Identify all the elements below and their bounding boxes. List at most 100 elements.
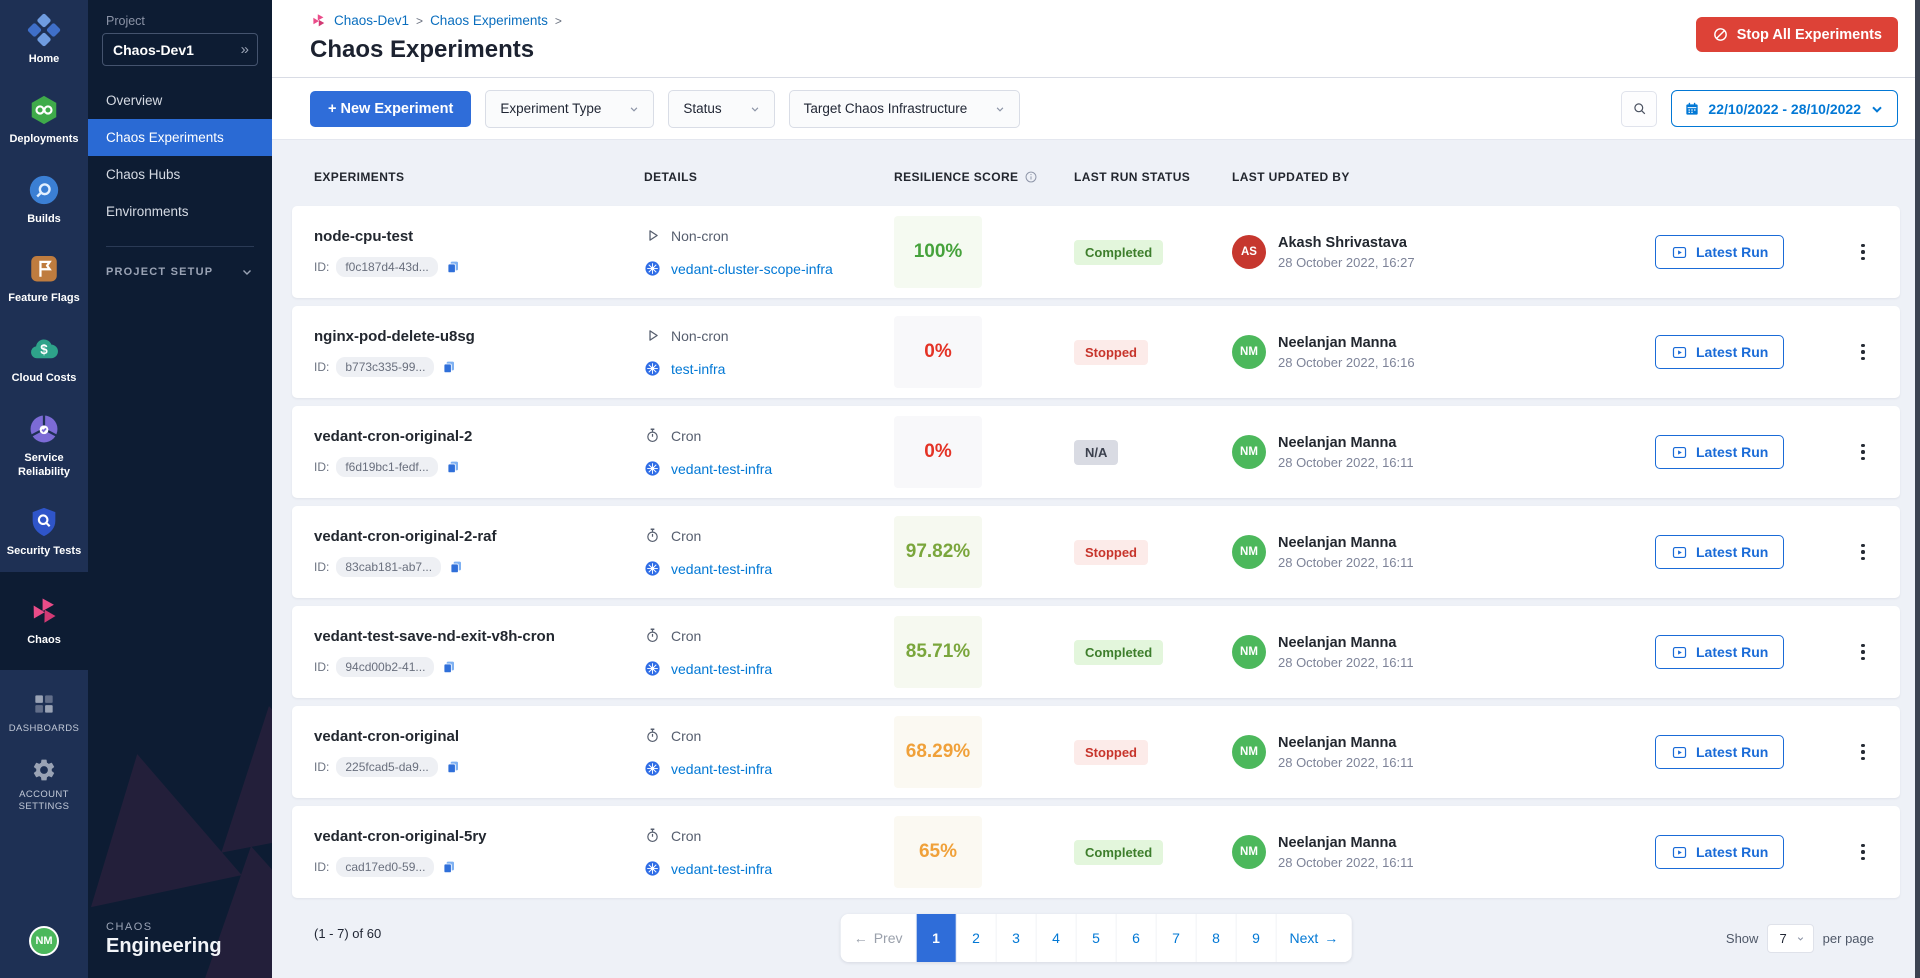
sidebar-item-home[interactable]: Home xyxy=(0,0,88,80)
sidebar-item-security-tests[interactable]: Security Tests xyxy=(0,492,88,572)
row-menu-button[interactable] xyxy=(1848,838,1878,867)
info-icon[interactable] xyxy=(1024,170,1038,184)
page-number[interactable]: 4 xyxy=(1037,914,1077,962)
row-menu-button[interactable] xyxy=(1848,738,1878,767)
status-cell: Stopped xyxy=(1074,540,1232,565)
user-avatar[interactable]: NM xyxy=(29,926,59,956)
page-number[interactable]: 8 xyxy=(1197,914,1237,962)
experiment-name[interactable]: vedant-cron-original-2 xyxy=(314,428,644,445)
copy-icon[interactable] xyxy=(448,559,464,575)
cron-stopwatch-icon xyxy=(644,727,661,744)
experiment-name[interactable]: vedant-cron-original-5ry xyxy=(314,828,644,845)
latest-run-button[interactable]: Latest Run xyxy=(1655,235,1784,269)
latest-run-button[interactable]: Latest Run xyxy=(1655,735,1784,769)
latest-run-button[interactable]: Latest Run xyxy=(1655,835,1784,869)
sidebar-item-builds[interactable]: Builds xyxy=(0,160,88,240)
copy-icon[interactable] xyxy=(441,859,457,875)
sidebar-item-dashboards[interactable]: DASHBOARDS xyxy=(0,680,88,746)
resilience-score: 65% xyxy=(894,816,982,888)
copy-icon[interactable] xyxy=(445,459,461,475)
sidebar-item-deployments[interactable]: Deployments xyxy=(0,80,88,160)
latest-run-button[interactable]: Latest Run xyxy=(1655,335,1784,369)
project-name: Chaos-Dev1 xyxy=(113,42,194,58)
svg-text:$: $ xyxy=(40,342,48,357)
page-number[interactable]: 3 xyxy=(997,914,1037,962)
sidebar-item-service-reliability[interactable]: Service Reliability xyxy=(0,399,88,493)
new-experiment-button[interactable]: + New Experiment xyxy=(310,91,471,127)
infrastructure-link[interactable]: vedant-test-infra xyxy=(671,561,772,577)
menu-cell xyxy=(1830,438,1878,467)
page-number[interactable]: 7 xyxy=(1157,914,1197,962)
project-menu: Overview Chaos Experiments Chaos Hubs En… xyxy=(88,82,272,230)
project-selector[interactable]: Chaos-Dev1 » xyxy=(102,33,258,66)
copy-icon[interactable] xyxy=(445,259,461,275)
id-label: ID: xyxy=(314,360,329,374)
details-cell: Non-cron vedant-cluster-scope-infra xyxy=(644,227,894,277)
infrastructure-link[interactable]: vedant-test-infra xyxy=(671,661,772,677)
experiment-name[interactable]: nginx-pod-delete-u8sg xyxy=(314,328,644,345)
project-setup-toggle[interactable]: PROJECT SETUP xyxy=(88,261,272,283)
toolbar: + New Experiment Experiment Type Status … xyxy=(272,78,1920,140)
sidebar-item-chaos-hubs[interactable]: Chaos Hubs xyxy=(88,156,272,193)
row-menu-button[interactable] xyxy=(1848,338,1878,367)
infrastructure-link[interactable]: vedant-test-infra xyxy=(671,861,772,877)
updated-date: 28 October 2022, 16:11 xyxy=(1278,555,1414,570)
sidebar-item-feature-flags[interactable]: Feature Flags xyxy=(0,239,88,319)
status-filter[interactable]: Status xyxy=(668,90,774,128)
breadcrumb-link-experiments[interactable]: Chaos Experiments xyxy=(430,13,548,28)
action-cell: Latest Run xyxy=(1655,735,1830,769)
row-menu-button[interactable] xyxy=(1848,438,1878,467)
experiment-cell: nginx-pod-delete-u8sg ID: b773c335-99... xyxy=(314,328,644,377)
next-page-button[interactable]: Next → xyxy=(1277,914,1352,962)
expand-projects-icon[interactable]: » xyxy=(241,41,247,58)
experiment-name[interactable]: vedant-cron-original xyxy=(314,728,644,745)
search-button[interactable] xyxy=(1621,91,1657,127)
page-size-select[interactable]: 7 xyxy=(1767,924,1813,953)
page-number[interactable]: 1 xyxy=(917,914,957,962)
sidebar-item-chaos-experiments[interactable]: Chaos Experiments xyxy=(88,119,272,156)
infrastructure-link[interactable]: test-infra xyxy=(671,361,725,377)
prev-page-button[interactable]: ← Prev xyxy=(841,914,917,962)
row-menu-button[interactable] xyxy=(1848,238,1878,267)
target-infrastructure-filter[interactable]: Target Chaos Infrastructure xyxy=(789,90,1021,128)
page-header: Chaos-Dev1 > Chaos Experiments > Chaos E… xyxy=(272,0,1920,78)
details-cell: Cron vedant-test-infra xyxy=(644,827,894,877)
sidebar-item-environments[interactable]: Environments xyxy=(88,193,272,230)
experiment-name[interactable]: vedant-cron-original-2-raf xyxy=(314,528,644,545)
page-number[interactable]: 2 xyxy=(957,914,997,962)
latest-run-button[interactable]: Latest Run xyxy=(1655,435,1784,469)
scrollbar[interactable] xyxy=(1915,0,1920,978)
experiment-name[interactable]: vedant-test-save-nd-exit-v8h-cron xyxy=(314,628,644,645)
page-number[interactable]: 5 xyxy=(1077,914,1117,962)
page-size-value: 7 xyxy=(1779,931,1786,946)
infrastructure-link[interactable]: vedant-test-infra xyxy=(671,761,772,777)
latest-run-button[interactable]: Latest Run xyxy=(1655,635,1784,669)
experiment-id-row: ID: 83cab181-ab7... xyxy=(314,557,644,577)
infrastructure-link[interactable]: vedant-test-infra xyxy=(671,461,772,477)
table-header: EXPERIMENTS DETAILS RESILIENCE SCORE LAS… xyxy=(292,140,1900,206)
sidebar-item-chaos[interactable]: Chaos xyxy=(0,572,88,670)
experiment-type-filter[interactable]: Experiment Type xyxy=(485,90,654,128)
page-number[interactable]: 6 xyxy=(1117,914,1157,962)
status-badge: Stopped xyxy=(1074,340,1148,365)
sidebar-item-account-settings[interactable]: ACCOUNT SETTINGS xyxy=(0,746,88,824)
sidebar-item-overview[interactable]: Overview xyxy=(88,82,272,119)
pagination-bar: (1 - 7) of 60 ← Prev 1 2 3 4 5 xyxy=(292,914,1900,960)
breadcrumb-link-project[interactable]: Chaos-Dev1 xyxy=(334,13,409,28)
stop-all-experiments-button[interactable]: Stop All Experiments xyxy=(1696,17,1898,52)
copy-icon[interactable] xyxy=(445,759,461,775)
experiment-id: b773c335-99... xyxy=(336,357,434,377)
avatar: NM xyxy=(1232,435,1266,469)
sidebar-item-cloud-costs[interactable]: $ Cloud Costs xyxy=(0,319,88,399)
copy-icon[interactable] xyxy=(441,359,457,375)
kubernetes-icon xyxy=(644,660,661,677)
copy-icon[interactable] xyxy=(441,659,457,675)
user-name: Akash Shrivastava xyxy=(1278,235,1415,251)
row-menu-button[interactable] xyxy=(1848,538,1878,567)
page-number[interactable]: 9 xyxy=(1237,914,1277,962)
infrastructure-link[interactable]: vedant-cluster-scope-infra xyxy=(671,261,833,277)
row-menu-button[interactable] xyxy=(1848,638,1878,667)
latest-run-button[interactable]: Latest Run xyxy=(1655,535,1784,569)
experiment-name[interactable]: node-cpu-test xyxy=(314,228,644,245)
date-range-picker[interactable]: 22/10/2022 - 28/10/2022 xyxy=(1671,90,1898,127)
